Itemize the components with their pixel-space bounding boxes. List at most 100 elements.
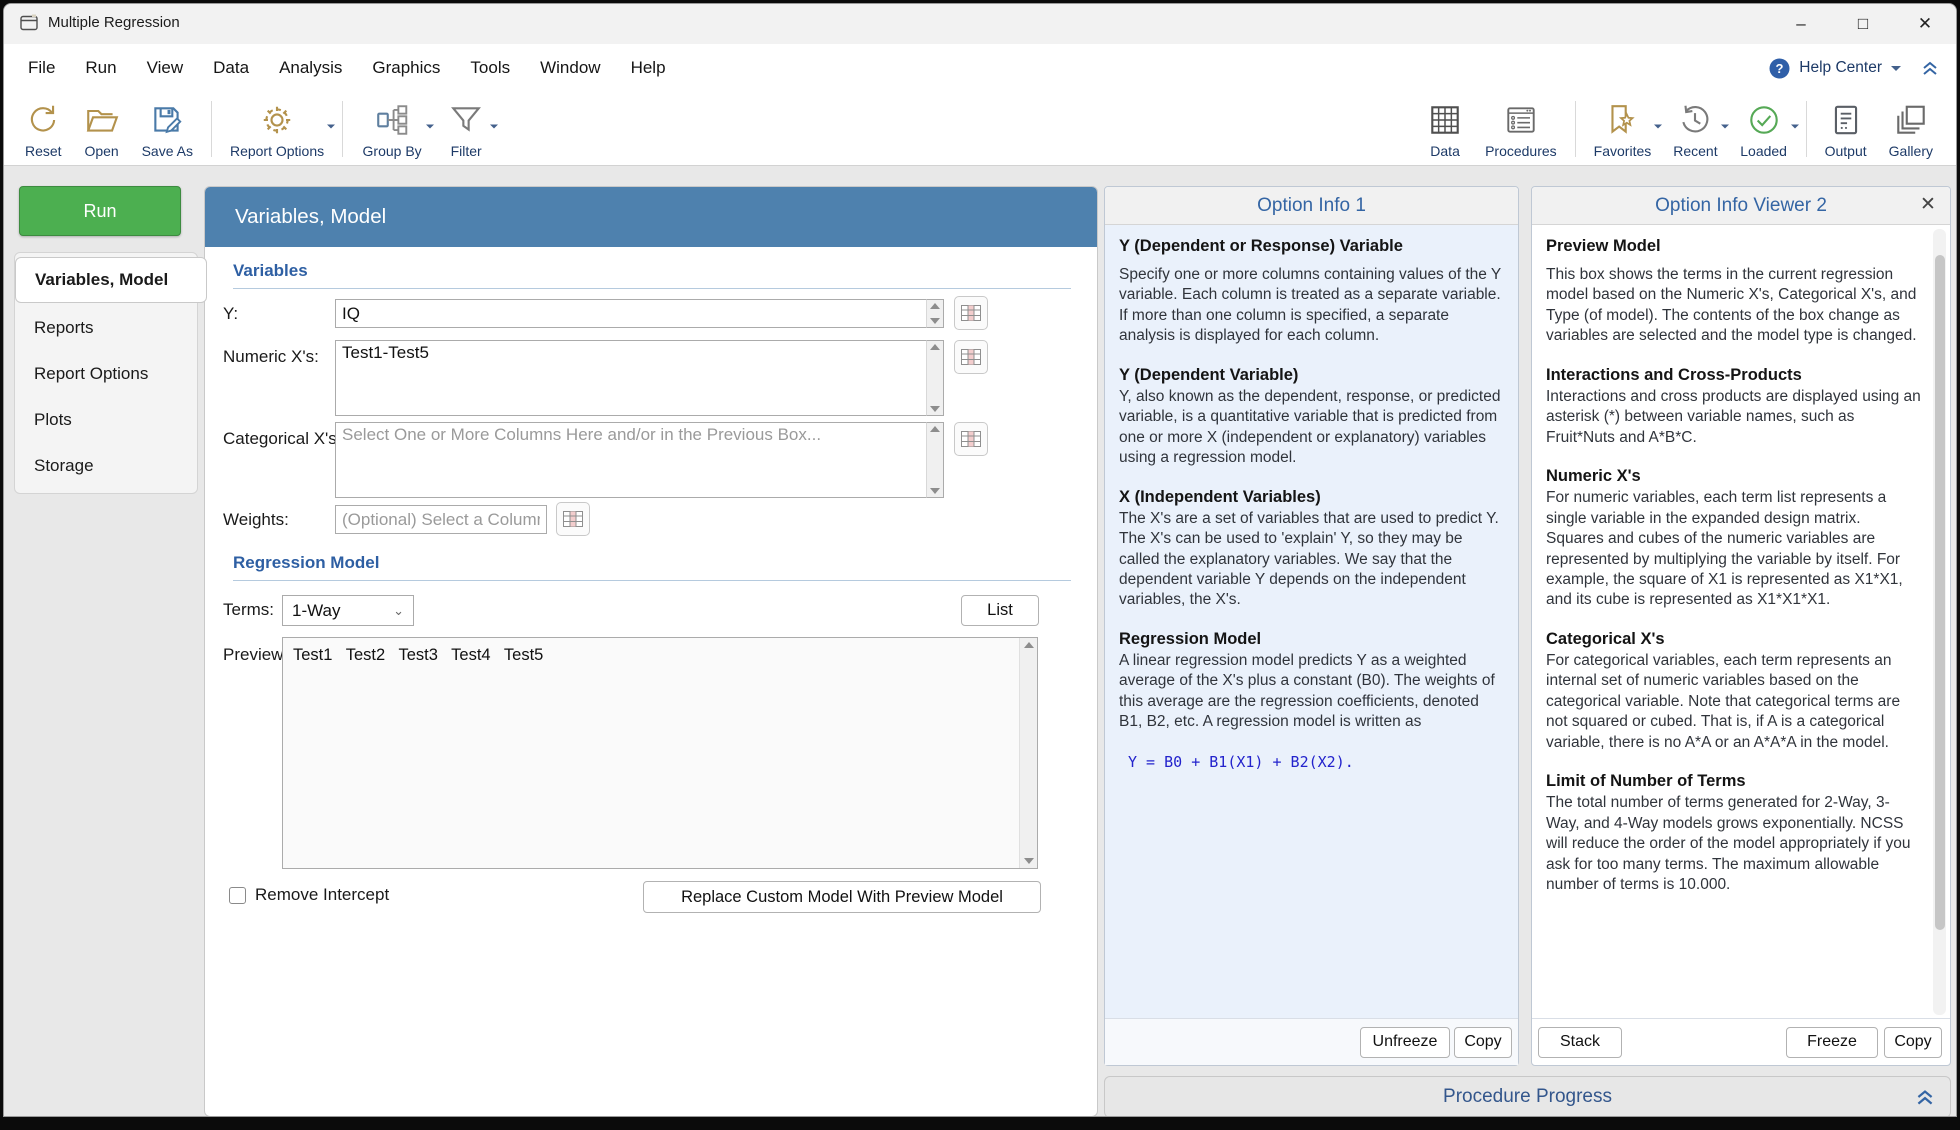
collapse-ribbon-icon[interactable] — [1920, 59, 1940, 77]
preview-model-terms: Test1 Test2 Test3 Test4 Test5 — [293, 646, 543, 665]
copy-button[interactable]: Copy — [1454, 1027, 1512, 1058]
info-section-body: For categorical variables, each term rep… — [1546, 651, 1922, 753]
copy-button[interactable]: Copy — [1884, 1027, 1942, 1058]
option-info-viewer-2-footer: Stack Freeze Copy — [1532, 1018, 1950, 1065]
tab-storage[interactable]: Storage — [15, 443, 199, 489]
minimize-button[interactable]: – — [1770, 4, 1832, 44]
tab-plots[interactable]: Plots — [15, 397, 199, 443]
categorical-xs-column-picker-button[interactable] — [954, 422, 988, 456]
info-section-body: The total number of terms generated for … — [1546, 793, 1922, 895]
numeric-xs-column-picker-button[interactable] — [954, 340, 988, 374]
menu-file[interactable]: File — [28, 58, 55, 78]
report-options-caret-icon[interactable] — [327, 125, 335, 129]
menu-data[interactable]: Data — [213, 58, 249, 78]
loaded-check-icon — [1746, 102, 1782, 138]
data-button[interactable]: Data — [1416, 94, 1474, 163]
tab-reports[interactable]: Reports — [15, 305, 199, 351]
viewer-scrollbar[interactable] — [1933, 229, 1946, 1015]
open-button[interactable]: Open — [73, 94, 131, 163]
option-info-viewer-2-header[interactable]: Option Info Viewer 2 ✕ — [1532, 187, 1950, 225]
save-as-icon — [149, 102, 185, 138]
run-button[interactable]: Run — [19, 186, 181, 236]
info-section-heading: Regression Model — [1119, 630, 1504, 649]
group-by-button[interactable]: Group By — [350, 94, 434, 163]
window-app-icon — [20, 14, 39, 32]
info-section-body: A linear regression model predicts Y as … — [1119, 651, 1504, 733]
info-section-heading: X (Independent Variables) — [1119, 488, 1504, 507]
info-section-heading: Y (Dependent or Response) Variable — [1119, 237, 1504, 256]
maximize-button[interactable]: □ — [1832, 4, 1894, 44]
unfreeze-button[interactable]: Unfreeze — [1360, 1027, 1450, 1058]
loaded-button[interactable]: Loaded — [1729, 94, 1799, 163]
expand-progress-icon[interactable] — [1914, 1087, 1936, 1107]
loaded-caret-icon[interactable] — [1791, 125, 1799, 129]
help-icon: ? — [1769, 58, 1790, 79]
numeric-xs-scrollbar[interactable] — [926, 340, 944, 416]
filter-caret-icon[interactable] — [490, 125, 498, 129]
remove-intercept-checkbox[interactable] — [229, 887, 246, 904]
categorical-xs-input[interactable] — [335, 422, 927, 498]
terms-value: 1-Way — [292, 601, 341, 621]
output-button[interactable]: Output — [1814, 94, 1878, 163]
favorites-star-icon — [1604, 102, 1640, 138]
window-title: Multiple Regression — [48, 14, 180, 31]
favorites-button[interactable]: Favorites — [1583, 94, 1663, 163]
option-info-1-footer: Unfreeze Copy — [1105, 1018, 1518, 1065]
list-button[interactable]: List — [961, 595, 1039, 626]
toolbar-divider — [211, 101, 212, 157]
menu-analysis[interactable]: Analysis — [279, 58, 342, 78]
filter-button[interactable]: Filter — [434, 94, 498, 163]
reset-button[interactable]: Reset — [14, 94, 73, 163]
weights-input[interactable] — [335, 505, 547, 534]
toolbar-divider — [1575, 101, 1576, 157]
y-column-picker-button[interactable] — [954, 296, 988, 330]
help-center-caret-icon[interactable] — [1891, 66, 1901, 71]
option-info-1-panel: Option Info 1 Y (Dependent or Response) … — [1104, 186, 1519, 1066]
menu-window[interactable]: Window — [540, 58, 600, 78]
close-button[interactable]: ✕ — [1894, 4, 1956, 44]
viewer-scrollbar-thumb[interactable] — [1935, 255, 1945, 930]
option-info-viewer-2-title: Option Info Viewer 2 — [1655, 195, 1827, 217]
terms-dropdown[interactable]: 1-Way ⌄ — [282, 595, 414, 626]
recent-caret-icon[interactable] — [1721, 125, 1729, 129]
option-info-viewer-2-panel: Option Info Viewer 2 ✕ Preview ModelThis… — [1531, 186, 1951, 1066]
close-viewer-icon[interactable]: ✕ — [1916, 193, 1940, 216]
freeze-button[interactable]: Freeze — [1786, 1027, 1878, 1058]
recent-button[interactable]: Recent — [1662, 94, 1728, 163]
menu-view[interactable]: View — [147, 58, 184, 78]
gallery-button[interactable]: Gallery — [1878, 94, 1944, 163]
svg-text:?: ? — [1776, 61, 1784, 76]
info-section-body: For numeric variables, each term list re… — [1546, 488, 1922, 611]
replace-custom-model-button[interactable]: Replace Custom Model With Preview Model — [643, 881, 1041, 913]
regression-model-section-title: Regression Model — [233, 553, 1071, 581]
favorites-caret-icon[interactable] — [1654, 125, 1662, 129]
group-by-caret-icon[interactable] — [426, 125, 434, 129]
report-options-button[interactable]: Report Options — [219, 94, 335, 163]
tab-variables-model[interactable]: Variables, Model — [15, 257, 207, 303]
option-info-1-header[interactable]: Option Info 1 — [1105, 187, 1518, 225]
stack-button[interactable]: Stack — [1538, 1027, 1622, 1058]
menu-graphics[interactable]: Graphics — [372, 58, 440, 78]
preview-scrollbar[interactable] — [1019, 638, 1037, 868]
weights-column-picker-button[interactable] — [556, 502, 590, 536]
info-section-heading: Y (Dependent Variable) — [1119, 366, 1504, 385]
data-grid-icon — [1427, 102, 1463, 138]
menu-run[interactable]: Run — [85, 58, 116, 78]
menu-help[interactable]: Help — [631, 58, 666, 78]
title-bar: Multiple Regression – □ ✕ — [4, 4, 1956, 44]
preview-label: Preview: — [223, 645, 288, 665]
numeric-xs-input[interactable]: Test1-Test5 — [335, 340, 927, 416]
app-window: Multiple Regression – □ ✕ File Run View … — [3, 3, 1957, 1117]
y-variable-input[interactable] — [335, 299, 927, 328]
procedure-progress-bar[interactable]: Procedure Progress — [1104, 1076, 1951, 1117]
column-grid-icon — [961, 349, 981, 365]
save-as-button[interactable]: Save As — [131, 94, 204, 163]
procedures-button[interactable]: Procedures — [1474, 94, 1568, 163]
menu-tools[interactable]: Tools — [470, 58, 510, 78]
preview-model-box[interactable]: Test1 Test2 Test3 Test4 Test5 — [282, 637, 1038, 869]
tab-report-options[interactable]: Report Options — [15, 351, 199, 397]
categorical-xs-scrollbar[interactable] — [926, 422, 944, 498]
panel-title: Variables, Model — [205, 205, 386, 229]
help-center[interactable]: ? Help Center — [1769, 44, 1940, 92]
y-input-spinner[interactable] — [926, 299, 944, 328]
